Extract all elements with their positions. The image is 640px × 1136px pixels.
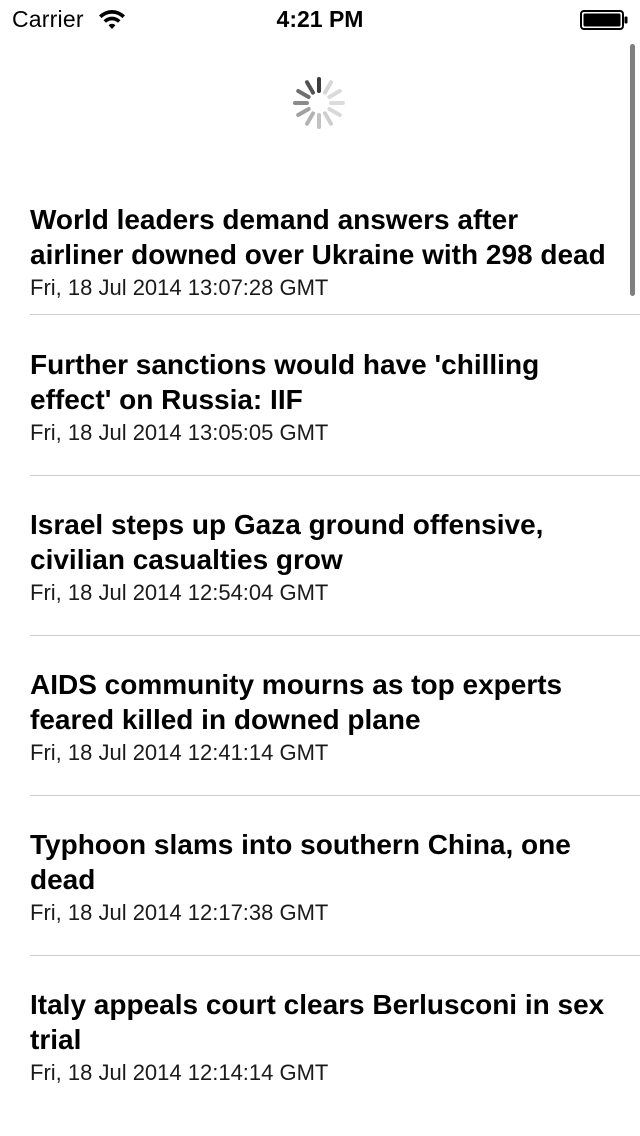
battery-icon (580, 10, 628, 30)
news-headline: Further sanctions would have 'chilling e… (30, 349, 540, 415)
activity-spinner-icon (293, 77, 345, 129)
news-date: Fri, 18 Jul 2014 12:41:14 GMT (30, 740, 329, 765)
news-headline: Israel steps up Gaza ground offensive, c… (30, 509, 544, 575)
status-bar: Carrier 4:21 PM (0, 0, 640, 40)
news-item[interactable]: AIDS community mourns as top experts fea… (0, 636, 640, 767)
news-headline: Italy appeals court clears Berlusconi in… (30, 989, 605, 1055)
news-date: Fri, 18 Jul 2014 12:54:04 GMT (30, 580, 329, 605)
news-headline: AIDS community mourns as top experts fea… (30, 669, 563, 735)
news-headline: Typhoon slams into southern China, one d… (30, 829, 571, 895)
news-item[interactable]: Further sanctions would have 'chilling e… (0, 315, 640, 447)
news-date: Fri, 18 Jul 2014 13:07:28 GMT (30, 275, 329, 300)
news-item[interactable]: Italy appeals court clears Berlusconi in… (0, 956, 640, 1087)
news-list: World leaders demand answers after airli… (0, 180, 640, 1087)
news-date: Fri, 18 Jul 2014 12:17:38 GMT (30, 900, 329, 925)
news-date: Fri, 18 Jul 2014 13:05:05 GMT (30, 420, 329, 445)
news-item[interactable]: Israel steps up Gaza ground offensive, c… (0, 476, 640, 607)
news-item[interactable]: Typhoon slams into southern China, one d… (0, 796, 640, 927)
app-screen: Carrier 4:21 PM World leaders demand ans… (0, 0, 640, 1136)
news-item[interactable]: World leaders demand answers after airli… (0, 180, 640, 302)
news-headline: World leaders demand answers after airli… (30, 204, 606, 270)
news-date: Fri, 18 Jul 2014 12:14:14 GMT (30, 1060, 329, 1085)
status-time: 4:21 PM (276, 6, 364, 32)
